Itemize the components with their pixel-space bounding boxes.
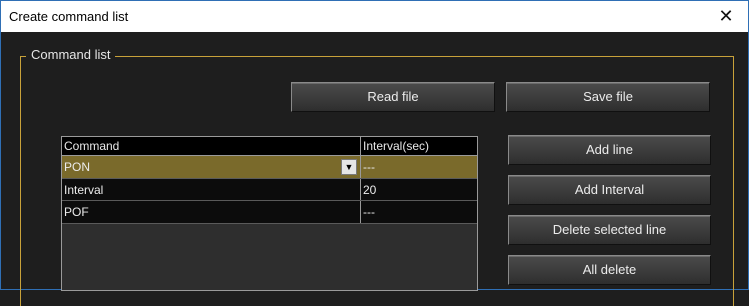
- table-row[interactable]: PON ▼ ---: [62, 156, 477, 178]
- table-header: Command Interval(sec): [62, 137, 477, 156]
- column-header-command[interactable]: Command: [62, 137, 361, 155]
- column-header-interval[interactable]: Interval(sec): [361, 137, 477, 155]
- all-delete-label: All delete: [582, 262, 637, 277]
- command-cell[interactable]: POF: [62, 201, 361, 223]
- window-title: Create command list: [9, 9, 129, 24]
- interval-cell[interactable]: ---: [361, 201, 477, 223]
- title-bar: Create command list ✕: [1, 1, 748, 32]
- read-file-button[interactable]: Read file: [291, 82, 495, 112]
- command-value: PON: [64, 160, 91, 174]
- save-file-label: Save file: [583, 89, 633, 104]
- all-delete-button[interactable]: All delete: [508, 255, 711, 285]
- interval-cell[interactable]: 20: [361, 179, 477, 201]
- table-row[interactable]: POF ---: [62, 200, 477, 224]
- interval-cell[interactable]: ---: [361, 156, 477, 178]
- save-file-button[interactable]: Save file: [506, 82, 710, 112]
- add-line-button[interactable]: Add line: [508, 135, 711, 165]
- add-line-label: Add line: [586, 142, 633, 157]
- chevron-down-icon[interactable]: ▼: [341, 159, 357, 175]
- add-interval-label: Add Interval: [574, 182, 645, 197]
- command-cell[interactable]: PON ▼: [62, 156, 361, 178]
- add-interval-button[interactable]: Add Interval: [508, 175, 711, 205]
- delete-selected-line-label: Delete selected line: [552, 222, 667, 237]
- create-command-list-dialog: Create command list ✕ Command list Read …: [0, 0, 749, 306]
- read-file-label: Read file: [367, 89, 419, 104]
- table-row[interactable]: Interval 20: [62, 178, 477, 201]
- close-icon[interactable]: ✕: [704, 1, 748, 32]
- command-cell[interactable]: Interval: [62, 179, 361, 201]
- delete-selected-line-button[interactable]: Delete selected line: [508, 215, 711, 245]
- command-table: Command Interval(sec) PON ▼ --- Interval…: [61, 136, 478, 291]
- group-legend: Command list: [26, 47, 116, 62]
